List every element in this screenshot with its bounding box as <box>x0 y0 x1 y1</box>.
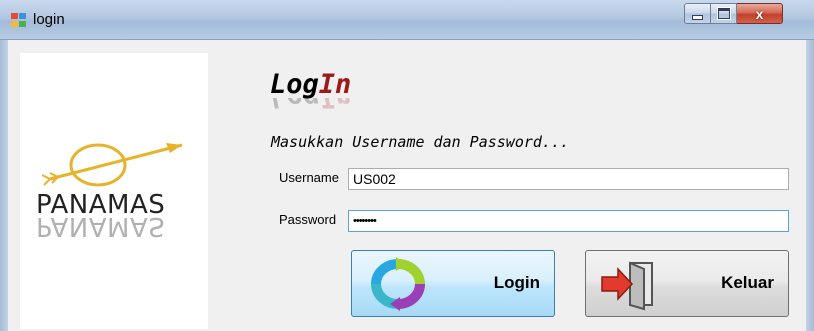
maximize-icon <box>716 7 731 20</box>
login-form: PANAMAS PANAMAS LogIn LogIn Masukkan Use… <box>8 40 806 331</box>
logo-panel: PANAMAS PANAMAS <box>20 53 208 329</box>
title-bar[interactable]: login x <box>0 0 814 40</box>
username-field[interactable] <box>348 168 789 190</box>
exit-door-icon <box>601 261 653 311</box>
arrow-circle-logo <box>42 143 183 187</box>
page-title: LogIn LogIn <box>270 69 352 113</box>
refresh-cycle-icon <box>371 257 425 311</box>
title-reflection: LogIn <box>270 98 351 112</box>
password-field[interactable] <box>348 210 789 232</box>
login-label: Login <box>493 273 540 292</box>
window-frame-right <box>806 40 814 331</box>
app-icon <box>11 13 27 28</box>
keluar-button[interactable]: Keluar <box>585 250 789 317</box>
window-title: login <box>33 11 65 28</box>
title-log: Log <box>270 69 319 100</box>
subtitle: Masukkan Username dan Password... <box>271 133 570 151</box>
close-button[interactable]: x <box>737 3 783 24</box>
username-label: Username <box>279 170 339 185</box>
login-button[interactable]: Login <box>351 250 555 317</box>
close-icon: x <box>755 5 764 22</box>
password-label: Password <box>279 212 337 227</box>
keluar-label: Keluar <box>721 273 774 292</box>
maximize-button[interactable] <box>711 3 737 24</box>
title-in: In <box>318 69 352 100</box>
minimize-icon <box>692 15 703 20</box>
minimize-button[interactable] <box>684 3 711 24</box>
brand-reflection: PANAMAS <box>36 211 166 241</box>
window-frame-left <box>0 40 8 331</box>
